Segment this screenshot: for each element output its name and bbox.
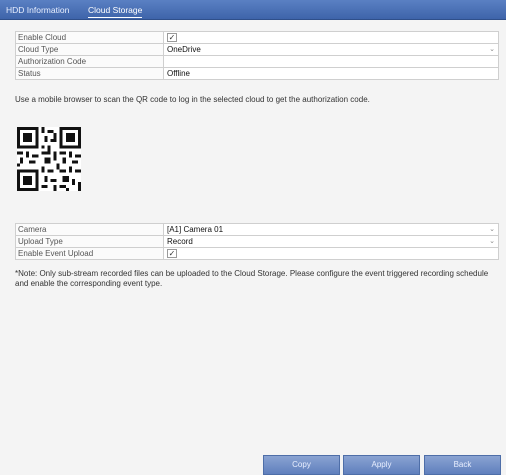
enable-event-upload-row: Enable Event Upload ✓ bbox=[15, 248, 499, 260]
enable-event-upload-cell: ✓ bbox=[163, 248, 498, 259]
authorization-code-label: Authorization Code bbox=[18, 57, 87, 66]
copy-button[interactable]: Copy bbox=[263, 455, 340, 475]
enable-cloud-checkbox[interactable]: ✓ bbox=[167, 33, 177, 42]
camera-select[interactable]: [A1] Camera 01 ⌄ bbox=[163, 224, 498, 235]
status-label: Status bbox=[18, 69, 41, 78]
cloud-type-select[interactable]: OneDrive ⌄ bbox=[163, 44, 498, 55]
status-row: Status Offline bbox=[15, 68, 499, 80]
upload-type-select[interactable]: Record ⌄ bbox=[163, 236, 498, 247]
tab-hdd-information[interactable]: HDD Information bbox=[6, 0, 69, 19]
status-cell: Offline bbox=[163, 68, 498, 79]
tab-cloud-storage[interactable]: Cloud Storage bbox=[88, 0, 143, 19]
apply-button[interactable]: Apply bbox=[343, 455, 420, 475]
note-text: *Note: Only sub-stream recorded files ca… bbox=[15, 269, 489, 288]
camera-value: [A1] Camera 01 bbox=[167, 225, 224, 234]
camera-row: Camera [A1] Camera 01 ⌄ bbox=[15, 224, 499, 236]
cloud-type-row: Cloud Type OneDrive ⌄ bbox=[15, 44, 499, 56]
enable-event-upload-checkbox[interactable]: ✓ bbox=[167, 249, 177, 258]
chevron-down-icon: ⌄ bbox=[489, 46, 495, 53]
chevron-down-icon: ⌄ bbox=[489, 226, 495, 233]
enable-event-upload-label: Enable Event Upload bbox=[18, 249, 94, 258]
authorization-code-input[interactable] bbox=[163, 56, 498, 67]
cloud-type-value: OneDrive bbox=[167, 45, 201, 54]
qr-instruction-text: Use a mobile browser to scan the QR code… bbox=[15, 95, 370, 104]
enable-cloud-label: Enable Cloud bbox=[18, 33, 67, 42]
cloud-storage-panel: Enable Cloud ✓ Cloud Type OneDrive ⌄ Aut… bbox=[0, 20, 506, 475]
enable-cloud-row: Enable Cloud ✓ bbox=[15, 32, 499, 44]
back-button[interactable]: Back bbox=[424, 455, 501, 475]
button-bar: Copy Apply Back bbox=[0, 455, 506, 475]
cloud-settings-table: Enable Cloud ✓ Cloud Type OneDrive ⌄ Aut… bbox=[15, 31, 499, 80]
upload-settings-table: Camera [A1] Camera 01 ⌄ Upload Type Reco… bbox=[15, 223, 499, 260]
chevron-down-icon: ⌄ bbox=[489, 238, 495, 245]
enable-cloud-cell: ✓ bbox=[163, 32, 498, 43]
qr-code-image bbox=[17, 127, 81, 191]
upload-type-row: Upload Type Record ⌄ bbox=[15, 236, 499, 248]
status-value: Offline bbox=[167, 69, 190, 78]
camera-label: Camera bbox=[18, 225, 47, 234]
cloud-type-label: Cloud Type bbox=[18, 45, 59, 54]
tab-bar: HDD Information Cloud Storage bbox=[0, 0, 506, 20]
upload-type-label: Upload Type bbox=[18, 237, 63, 246]
upload-type-value: Record bbox=[167, 237, 193, 246]
authorization-code-row: Authorization Code bbox=[15, 56, 499, 68]
